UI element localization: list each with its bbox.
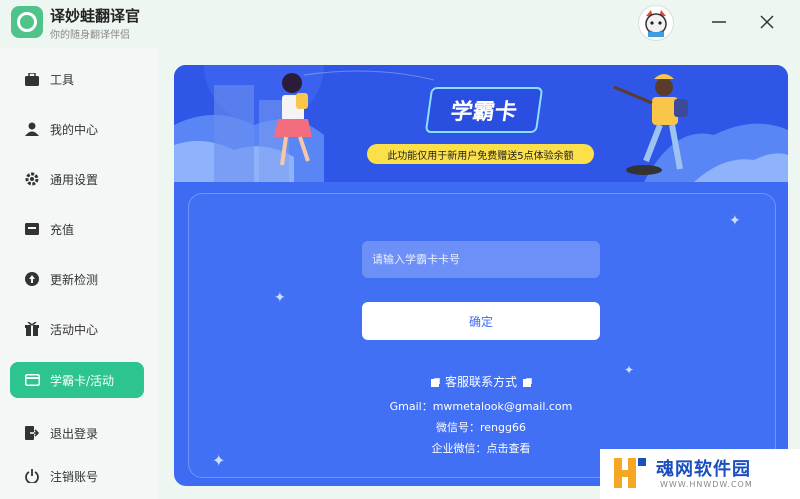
watermark-name: 魂网软件园 (656, 459, 751, 480)
toolbox-icon (24, 71, 40, 87)
close-button[interactable] (755, 10, 779, 34)
sidebar-item-recharge[interactable]: 充值 (10, 211, 144, 247)
sidebar-item-label: 工具 (50, 72, 75, 87)
user-icon (24, 121, 40, 137)
sidebar-item-label: 活动中心 (50, 322, 99, 337)
sidebar-item-update[interactable]: 更新检测 (10, 261, 144, 297)
support-wechat: 微信号：rengg66 (436, 421, 526, 434)
sidebar-item-label: 更新检测 (50, 272, 99, 287)
study-card-title: 学霸卡 (424, 87, 544, 133)
gear-icon (24, 171, 40, 187)
avatar[interactable] (638, 5, 674, 41)
app-logo-icon (11, 6, 43, 38)
watermark: 魂网软件园 WWW.HNWDW.COM (600, 449, 800, 499)
sidebar-item-activity[interactable]: 活动中心 (10, 311, 144, 347)
sidebar-item-settings[interactable]: 通用设置 (10, 161, 144, 197)
sidebar-item-my-center[interactable]: 我的中心 (10, 111, 144, 147)
upload-arrow-icon (24, 271, 40, 287)
minimize-button[interactable] (707, 10, 731, 34)
sidebar-item-study-card[interactable]: 学霸卡/活动 (10, 362, 144, 398)
support-title-row: 客服联系方式 (174, 373, 788, 390)
wallet-icon (24, 221, 40, 237)
sidebar: 工具 我的中心 通用设置 充值 更新检测 活动中心 学霸卡/活动 退出登录 注销… (0, 48, 158, 499)
sidebar-item-label: 学霸卡/活动 (50, 373, 115, 388)
copy-icon (430, 378, 439, 387)
sidebar-item-label: 我的中心 (50, 122, 99, 137)
gift-icon (24, 321, 40, 337)
app-subtitle: 你的随身翻译伴侣 (50, 30, 130, 41)
promo-banner: 学霸卡 此功能仅用于新用户免费赠送5点体验余额 (174, 65, 788, 182)
watermark-logo-icon (614, 458, 646, 488)
sidebar-item-label: 充值 (50, 222, 75, 237)
power-icon (24, 468, 40, 484)
support-gmail: Gmail：mwmetalook@gmail.com (389, 400, 573, 413)
sidebar-item-label: 退出登录 (50, 426, 99, 441)
sidebar-item-tools[interactable]: 工具 (10, 61, 144, 97)
sidebar-item-logout[interactable]: 退出登录 (10, 415, 144, 451)
promo-text: 此功能仅用于新用户免费赠送5点体验余额 (367, 144, 594, 164)
card-icon (24, 372, 40, 388)
sparkle-icon: ✦ (729, 213, 741, 229)
logout-icon (24, 425, 40, 441)
watermark-url: WWW.HNWDW.COM (660, 480, 753, 489)
close-icon (760, 15, 774, 29)
minimize-icon (712, 21, 726, 23)
title-bar: 译妙蛙翻译官 你的随身翻译伴侣 (0, 0, 800, 48)
sidebar-item-deactivate[interactable]: 注销账号 (10, 458, 144, 494)
study-card-panel: 学霸卡 此功能仅用于新用户免费赠送5点体验余额 ✦ ✦ ✦ ✦ 确定 客服联系方… (174, 65, 788, 486)
support-title: 客服联系方式 (444, 375, 517, 389)
copy-icon (523, 378, 531, 387)
card-number-input[interactable] (362, 241, 600, 278)
app-title: 译妙蛙翻译官 (50, 7, 141, 25)
sidebar-item-label: 通用设置 (50, 172, 99, 187)
sidebar-item-label: 注销账号 (50, 469, 99, 484)
confirm-button[interactable]: 确定 (362, 302, 600, 340)
sparkle-icon: ✦ (274, 290, 286, 306)
